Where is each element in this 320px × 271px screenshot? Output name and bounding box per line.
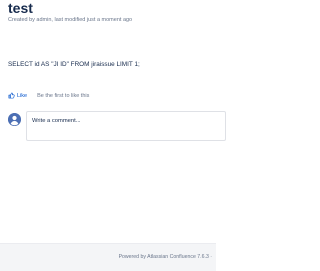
page-title: test [8,0,33,16]
like-button[interactable]: Like [8,92,27,99]
thumbs-up-icon [8,92,15,99]
like-summary: Be the first to like this [37,92,90,99]
page-content-text: SELECT id AS "JI ID" FROM jiraissue LIMI… [8,61,140,68]
like-label: Like [17,92,28,99]
like-row: Like Be the first to like this [8,92,89,99]
footer: Powered by Atlassian Confluence 7.6.3 · [0,243,216,271]
footer-powered-by: Powered by Atlassian Confluence 7.6.3 · [118,254,212,260]
page-byline: Created by admin, last modified just a m… [8,17,133,23]
default-user-avatar-icon [8,113,21,126]
comment-input[interactable]: Write a comment... [26,111,226,141]
comment-placeholder: Write a comment... [32,118,81,124]
